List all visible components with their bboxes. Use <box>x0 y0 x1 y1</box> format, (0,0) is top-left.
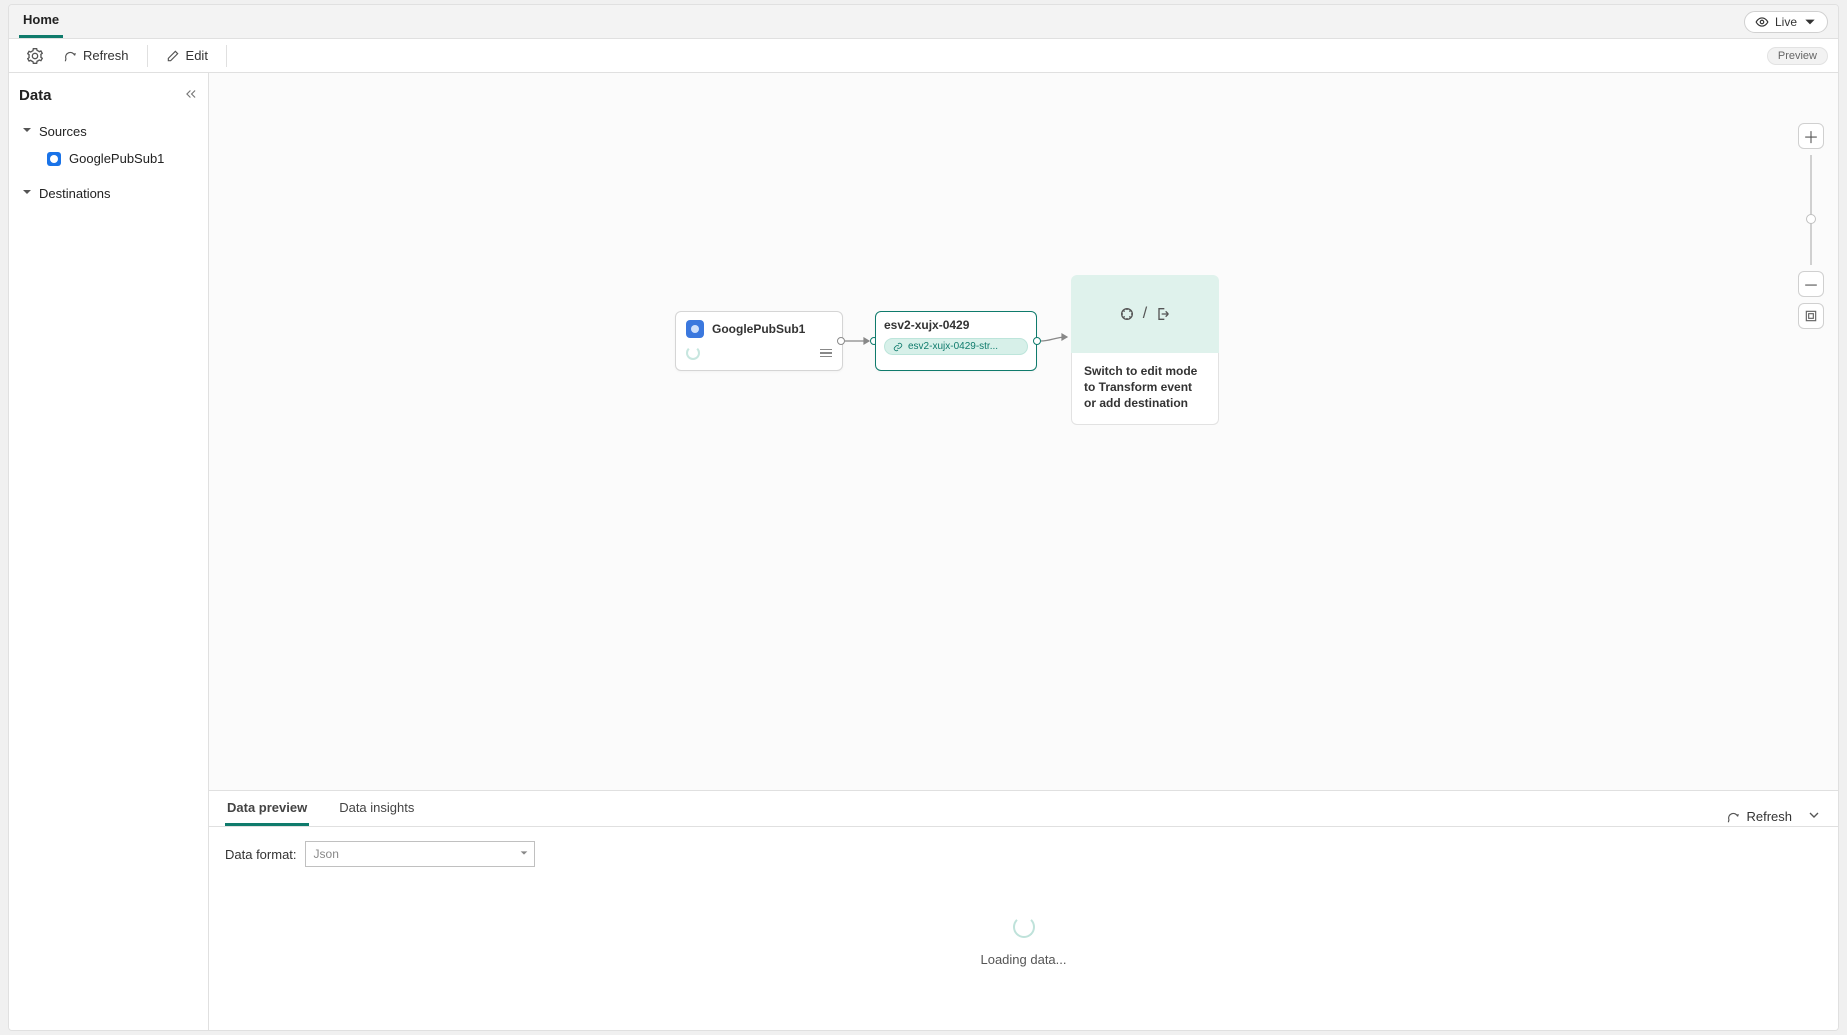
main-row: Data Sources GooglePubSub1 Destinat <box>9 73 1838 1030</box>
dest-placeholder-hint: Switch to edit mode to Transform event o… <box>1071 353 1219 425</box>
bottom-refresh-button[interactable]: Refresh <box>1726 809 1792 824</box>
chevron-down-icon <box>1803 15 1817 29</box>
edit-label: Edit <box>186 48 208 63</box>
edit-button[interactable]: Edit <box>158 44 216 67</box>
menu-icon[interactable] <box>820 349 832 358</box>
settings-button[interactable] <box>19 44 51 68</box>
refresh-button[interactable]: Refresh <box>55 44 137 67</box>
zoom-slider[interactable] <box>1810 155 1812 265</box>
exit-icon <box>1155 306 1171 322</box>
sidebar: Data Sources GooglePubSub1 Destinat <box>9 73 209 1030</box>
node-stream-esv2[interactable]: esv2-xujx-0429 esv2-xujx-0429-str... <box>875 311 1037 371</box>
tab-bar: Home Live <box>9 5 1838 39</box>
tree-item-googlepubsub1[interactable]: GooglePubSub1 <box>19 145 198 172</box>
fit-to-screen-button[interactable] <box>1798 303 1824 329</box>
dest-placeholder-icons: / <box>1071 275 1219 353</box>
loading-text: Loading data... <box>980 952 1066 967</box>
data-format-value: Json <box>314 847 339 861</box>
link-icon <box>893 342 903 352</box>
refresh-icon <box>1726 810 1740 824</box>
connector-stream-to-dest <box>1041 331 1073 351</box>
live-toggle-label: Live <box>1775 15 1797 29</box>
tree-group-sources[interactable]: Sources <box>19 118 198 145</box>
port-source-out[interactable] <box>837 337 845 345</box>
pubsub-icon <box>686 320 704 338</box>
bottom-panel-tabs: Data preview Data insights Refresh <box>209 791 1838 827</box>
eye-icon <box>1755 15 1769 29</box>
node-destination-placeholder[interactable]: / Switch to edit mode to Transform event… <box>1071 275 1219 425</box>
tree-group-destinations[interactable]: Destinations <box>19 180 198 207</box>
toolbar-separator <box>147 45 148 67</box>
tab-data-insights[interactable]: Data insights <box>337 792 416 826</box>
toolbar: Refresh Edit Preview <box>9 39 1838 73</box>
zoom-in-button[interactable]: ＋ <box>1798 123 1824 149</box>
transform-icon <box>1119 306 1135 322</box>
canvas-column: ＋ － GooglePubSub1 <box>209 73 1838 1030</box>
refresh-icon <box>63 49 77 63</box>
data-format-select[interactable]: Json <box>305 841 535 867</box>
tab-home[interactable]: Home <box>19 4 63 38</box>
canvas[interactable]: ＋ － GooglePubSub1 <box>209 73 1838 784</box>
bottom-panel-body: Data format: Json Loading data... <box>209 827 1838 1030</box>
chevron-double-left-icon <box>184 87 198 101</box>
preview-badge: Preview <box>1767 47 1828 65</box>
refresh-label: Refresh <box>83 48 129 63</box>
toolbar-separator-2 <box>226 45 227 67</box>
tree-group-destinations-label: Destinations <box>39 186 111 201</box>
node-stream-title: esv2-xujx-0429 <box>884 318 1028 332</box>
app-frame: Home Live Refresh Edit Preview Data <box>8 4 1839 1031</box>
collapse-sidebar-button[interactable] <box>184 87 198 104</box>
chevron-down-icon <box>519 847 529 861</box>
separator-slash: / <box>1143 305 1147 323</box>
chevron-down-icon <box>1806 807 1822 823</box>
pubsub-icon <box>47 152 61 166</box>
zoom-controls: ＋ － <box>1798 123 1824 329</box>
bottom-refresh-label: Refresh <box>1746 809 1792 824</box>
fit-icon <box>1804 309 1818 323</box>
zoom-thumb[interactable] <box>1806 214 1816 224</box>
data-format-label: Data format: <box>225 847 297 862</box>
node-source-googlepubsub1[interactable]: GooglePubSub1 <box>675 311 843 371</box>
loading-spinner-icon <box>686 346 700 360</box>
port-stream-out[interactable] <box>1033 337 1041 345</box>
bottom-panel: Data preview Data insights Refresh <box>209 790 1838 1030</box>
collapse-panel-button[interactable] <box>1806 807 1822 826</box>
node-source-title: GooglePubSub1 <box>712 322 805 336</box>
sidebar-title: Data <box>19 87 52 104</box>
loading-area: Loading data... <box>225 867 1822 1016</box>
stream-chip[interactable]: esv2-xujx-0429-str... <box>884 338 1028 355</box>
loading-spinner-icon <box>1013 916 1035 938</box>
zoom-out-button[interactable]: － <box>1798 271 1824 297</box>
edit-icon <box>166 49 180 63</box>
chevron-down-icon <box>21 186 33 201</box>
tree-item-label: GooglePubSub1 <box>69 151 164 166</box>
live-toggle[interactable]: Live <box>1744 11 1828 33</box>
gear-icon <box>27 48 43 64</box>
chevron-down-icon <box>21 124 33 139</box>
tree-group-sources-label: Sources <box>39 124 87 139</box>
stream-chip-label: esv2-xujx-0429-str... <box>908 341 998 352</box>
tab-data-preview[interactable]: Data preview <box>225 792 309 826</box>
